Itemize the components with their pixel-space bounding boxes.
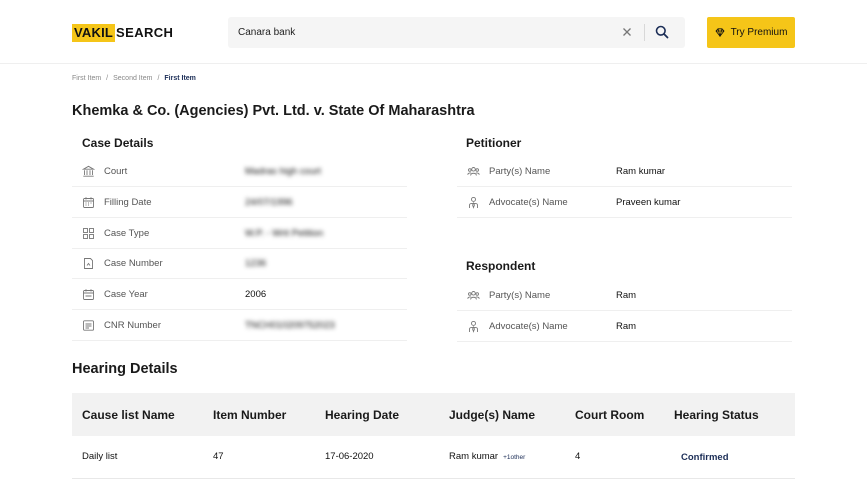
petitioner-value: Ram kumar — [616, 166, 666, 177]
case-detail-value: TNCH010209752023 — [245, 320, 335, 331]
case-detail-row-court: Court Madras high court — [72, 157, 407, 187]
advocate-icon — [469, 196, 478, 209]
court-room-cell: 4 — [575, 451, 581, 462]
column-header: Judge(s) Name — [449, 408, 536, 422]
judge-name: Ram kumar — [449, 451, 499, 462]
hearing-status-badge: Confirmed — [681, 452, 729, 463]
case-detail-value: 1236 — [245, 258, 267, 269]
breadcrumb-current: First Item — [164, 75, 196, 82]
case-detail-label: Case Number — [104, 258, 163, 269]
respondent-title: Respondent — [466, 259, 536, 273]
case-detail-label: Case Type — [104, 228, 150, 239]
search-divider — [644, 24, 645, 41]
column-header: Item Number — [213, 408, 287, 422]
case-detail-row-case-number: Case Number 1236 — [72, 249, 407, 279]
case-detail-value: W.P. - Writ Petition — [245, 228, 324, 239]
judge-cell: Ram kumar +1other — [449, 451, 525, 462]
case-detail-value: Madras high court — [245, 166, 322, 177]
respondent-value: Ram — [616, 290, 637, 301]
case-detail-label: Court — [104, 166, 128, 177]
search-input[interactable] — [238, 17, 608, 48]
petitioner-label: Advocate(s) Name — [489, 197, 568, 208]
try-premium-label: Try Premium — [730, 27, 788, 38]
hearing-details-title: Hearing Details — [72, 361, 178, 377]
breadcrumb-separator: / — [157, 75, 160, 82]
item-number-cell: 47 — [213, 451, 224, 462]
respondent-row-advocate: Advocate(s) Name Ram — [457, 312, 792, 342]
breadcrumb-separator: / — [106, 75, 109, 82]
document-icon — [84, 258, 93, 269]
column-header: Hearing Date — [325, 408, 400, 422]
case-detail-row-cnr-number: CNR Number TNCH010209752023 — [72, 311, 407, 341]
people-icon — [467, 291, 480, 300]
case-details-title: Case Details — [82, 136, 154, 150]
vakilsearch-logo[interactable]: VAKIL SEARCH — [72, 24, 173, 42]
column-header: Cause list Name — [82, 408, 175, 422]
search-icon[interactable] — [654, 24, 670, 40]
hearing-table-header: Cause list Name Item Number Hearing Date… — [72, 393, 795, 436]
petitioner-title: Petitioner — [466, 136, 522, 150]
page-title: Khemka & Co. (Agencies) Pvt. Ltd. v. Sta… — [72, 103, 475, 119]
court-icon — [82, 165, 95, 177]
calendar-year-icon — [83, 289, 94, 300]
column-header: Hearing Status — [674, 408, 759, 422]
petitioner-row-advocate: Advocate(s) Name Praveen kumar — [457, 188, 792, 218]
petitioner-value: Praveen kumar — [616, 197, 681, 208]
grid-icon — [83, 228, 94, 239]
case-detail-row-case-year: Case Year 2006 — [72, 280, 407, 310]
diamond-icon — [715, 28, 725, 37]
breadcrumb-item[interactable]: First Item — [72, 75, 101, 82]
breadcrumb: First Item / Second Item / First Item — [72, 75, 196, 82]
case-detail-row-case-type: Case Type W.P. - Writ Petition — [72, 219, 407, 249]
respondent-value: Ram — [616, 321, 637, 332]
cause-list-cell: Daily list — [82, 451, 118, 462]
advocate-icon — [469, 320, 478, 333]
case-detail-value: 2006 — [245, 289, 267, 300]
case-detail-value: 24/07/1996 — [245, 197, 293, 208]
petitioner-label: Party(s) Name — [489, 166, 551, 177]
search-bar — [228, 17, 685, 48]
hearing-date-cell: 17-06-2020 — [325, 451, 374, 462]
case-detail-label: Filling Date — [104, 197, 152, 208]
top-header: VAKIL SEARCH Try Premium — [0, 0, 867, 64]
respondent-label: Party(s) Name — [489, 290, 551, 301]
more-judges-link[interactable]: +1other — [503, 454, 525, 461]
case-detail-label: CNR Number — [104, 320, 162, 331]
case-detail-label: Case Year — [104, 289, 148, 300]
logo-part-search: SEARCH — [116, 25, 174, 40]
breadcrumb-item[interactable]: Second Item — [113, 75, 152, 82]
people-icon — [467, 167, 480, 176]
column-header: Court Room — [575, 408, 645, 422]
try-premium-button[interactable]: Try Premium — [707, 17, 795, 48]
table-row[interactable]: Daily list 47 17-06-2020 Ram kumar +1othe… — [72, 436, 795, 479]
id-card-icon — [83, 320, 94, 331]
clear-icon[interactable] — [620, 25, 634, 39]
respondent-row-party: Party(s) Name Ram — [457, 281, 792, 311]
petitioner-row-party: Party(s) Name Ram kumar — [457, 157, 792, 187]
logo-part-vakil: VAKIL — [72, 24, 116, 42]
case-detail-row-filling-date: Filling Date 24/07/1996 — [72, 188, 407, 218]
respondent-label: Advocate(s) Name — [489, 321, 568, 332]
calendar-icon — [83, 197, 94, 208]
